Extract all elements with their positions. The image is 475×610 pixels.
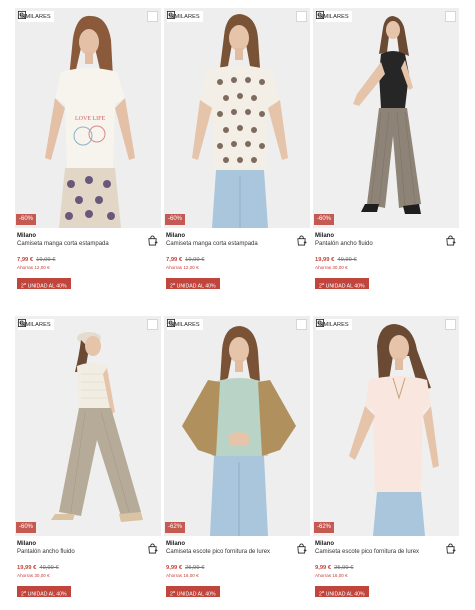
discount-badge: -60%	[165, 214, 186, 225]
product-brand: Milano	[17, 233, 36, 239]
favorite-checkbox-icon[interactable]	[445, 11, 456, 22]
product-name[interactable]: Camiseta manga corta estampada	[17, 241, 109, 247]
product-image[interactable]: SIMILARES -62%	[164, 316, 310, 536]
promo-badge: 2a UNIDAD AL 40%	[166, 278, 220, 290]
similares-button[interactable]: SIMILARES	[167, 319, 203, 330]
similares-button[interactable]: SIMILARES	[316, 319, 352, 330]
promo-badge: 2a UNIDAD AL 40%	[315, 586, 369, 598]
original-price: 49,99 €	[39, 565, 59, 571]
add-to-bag-icon[interactable]	[445, 543, 456, 554]
similares-button[interactable]: SIMILARES	[167, 11, 203, 22]
original-price: 25,99 €	[185, 565, 205, 571]
product-grid: LOVE LIFE SIMILARES -60% Milano Camiseta…	[15, 8, 460, 608]
promo-text: UNIDAD AL 40%	[324, 591, 365, 598]
original-price: 25,99 €	[334, 565, 354, 571]
model-photo: LOVE LIFE	[15, 8, 161, 228]
promo-text: UNIDAD AL 40%	[175, 283, 216, 290]
current-price: 9,99 €	[166, 565, 183, 571]
add-to-bag-icon[interactable]	[147, 235, 158, 246]
current-price: 9,99 €	[315, 565, 332, 571]
promo-badge: 2a UNIDAD AL 40%	[17, 586, 71, 598]
favorite-checkbox-icon[interactable]	[147, 319, 158, 330]
product-name[interactable]: Pantalón ancho fluido	[315, 241, 373, 247]
promo-badge: 2a UNIDAD AL 40%	[17, 278, 71, 290]
similar-search-icon	[316, 11, 324, 19]
saving-text: Ahorras 16,00 €	[166, 573, 199, 578]
favorite-checkbox-icon[interactable]	[296, 319, 307, 330]
discount-badge: -60%	[16, 522, 37, 533]
price-row: 19,99 €49,99 €	[17, 565, 59, 571]
product-image[interactable]: SIMILARES -60%	[15, 316, 161, 536]
discount-badge: -62%	[165, 522, 186, 533]
product-card[interactable]: SIMILARES -60% Milano Camiseta manga cor…	[164, 8, 310, 300]
add-to-bag-icon[interactable]	[147, 543, 158, 554]
similar-search-icon	[167, 11, 175, 19]
price-row: 7,99 €19,99 €	[17, 257, 55, 263]
discount-badge: -60%	[16, 214, 37, 225]
original-price: 49,99 €	[337, 257, 357, 263]
product-image[interactable]: SIMILARES -62%	[313, 316, 459, 536]
discount-badge: -60%	[314, 214, 335, 225]
saving-text: Ahorras 12,00 €	[166, 265, 199, 270]
product-image[interactable]: SIMILARES -60%	[313, 8, 459, 228]
saving-text: Ahorras 30,00 €	[17, 573, 50, 578]
product-card[interactable]: SIMILARES -62% Milano Camiseta escote pi…	[164, 316, 310, 608]
product-brand: Milano	[315, 233, 334, 239]
add-to-bag-icon[interactable]	[296, 543, 307, 554]
add-to-bag-icon[interactable]	[445, 235, 456, 246]
current-price: 7,99 €	[166, 257, 183, 263]
promo-text: UNIDAD AL 40%	[26, 283, 67, 290]
similares-button[interactable]: SIMILARES	[18, 319, 54, 330]
product-brand: Milano	[315, 541, 334, 547]
favorite-checkbox-icon[interactable]	[147, 11, 158, 22]
saving-text: Ahorras 30,00 €	[315, 265, 348, 270]
promo-text: UNIDAD AL 40%	[175, 591, 216, 598]
similar-search-icon	[316, 319, 324, 327]
saving-text: Ahorras 12,00 €	[17, 265, 50, 270]
model-photo	[313, 316, 459, 536]
current-price: 7,99 €	[17, 257, 34, 263]
product-name[interactable]: Camiseta manga corta estampada	[166, 241, 258, 247]
promo-badge: 2a UNIDAD AL 40%	[315, 278, 369, 290]
add-to-bag-icon[interactable]	[296, 235, 307, 246]
discount-badge: -62%	[314, 522, 335, 533]
similares-button[interactable]: SIMILARES	[316, 11, 352, 22]
price-row: 19,99 €49,99 €	[315, 257, 357, 263]
price-row: 9,99 €25,99 €	[166, 565, 204, 571]
product-card[interactable]: LOVE LIFE SIMILARES -60% Milano Camiseta…	[15, 8, 161, 300]
product-card[interactable]: SIMILARES -60% Milano Pantalón ancho flu…	[15, 316, 161, 608]
product-image[interactable]: LOVE LIFE SIMILARES -60%	[15, 8, 161, 228]
similares-button[interactable]: SIMILARES	[18, 11, 54, 22]
product-brand: Milano	[166, 233, 185, 239]
model-photo	[313, 8, 459, 228]
similar-search-icon	[18, 319, 26, 327]
price-row: 9,99 €25,99 €	[315, 565, 353, 571]
favorite-checkbox-icon[interactable]	[296, 11, 307, 22]
product-image[interactable]: SIMILARES -60%	[164, 8, 310, 228]
product-brand: Milano	[17, 541, 36, 547]
current-price: 19,99 €	[315, 257, 335, 263]
saving-text: Ahorras 16,00 €	[315, 573, 348, 578]
similar-search-icon	[18, 11, 26, 19]
original-price: 19,99 €	[36, 257, 56, 263]
product-name[interactable]: Pantalón ancho fluido	[17, 549, 75, 555]
model-photo	[164, 316, 310, 536]
product-name[interactable]: Camiseta escote pico fornitura de lurex	[166, 549, 270, 555]
product-brand: Milano	[166, 541, 185, 547]
favorite-checkbox-icon[interactable]	[445, 319, 456, 330]
product-card[interactable]: SIMILARES -60% Milano Pantalón ancho flu…	[313, 8, 459, 300]
model-photo	[164, 8, 310, 228]
current-price: 19,99 €	[17, 565, 37, 571]
promo-text: UNIDAD AL 40%	[324, 283, 365, 290]
similar-search-icon	[167, 319, 175, 327]
price-row: 7,99 €19,99 €	[166, 257, 204, 263]
promo-text: UNIDAD AL 40%	[26, 591, 67, 598]
product-card[interactable]: SIMILARES -62% Milano Camiseta escote pi…	[313, 316, 459, 608]
product-name[interactable]: Camiseta escote pico fornitura de lurex	[315, 549, 419, 555]
original-price: 19,99 €	[185, 257, 205, 263]
promo-badge: 2a UNIDAD AL 40%	[166, 586, 220, 598]
svg-text:LOVE LIFE: LOVE LIFE	[75, 116, 105, 122]
model-photo	[15, 316, 161, 536]
